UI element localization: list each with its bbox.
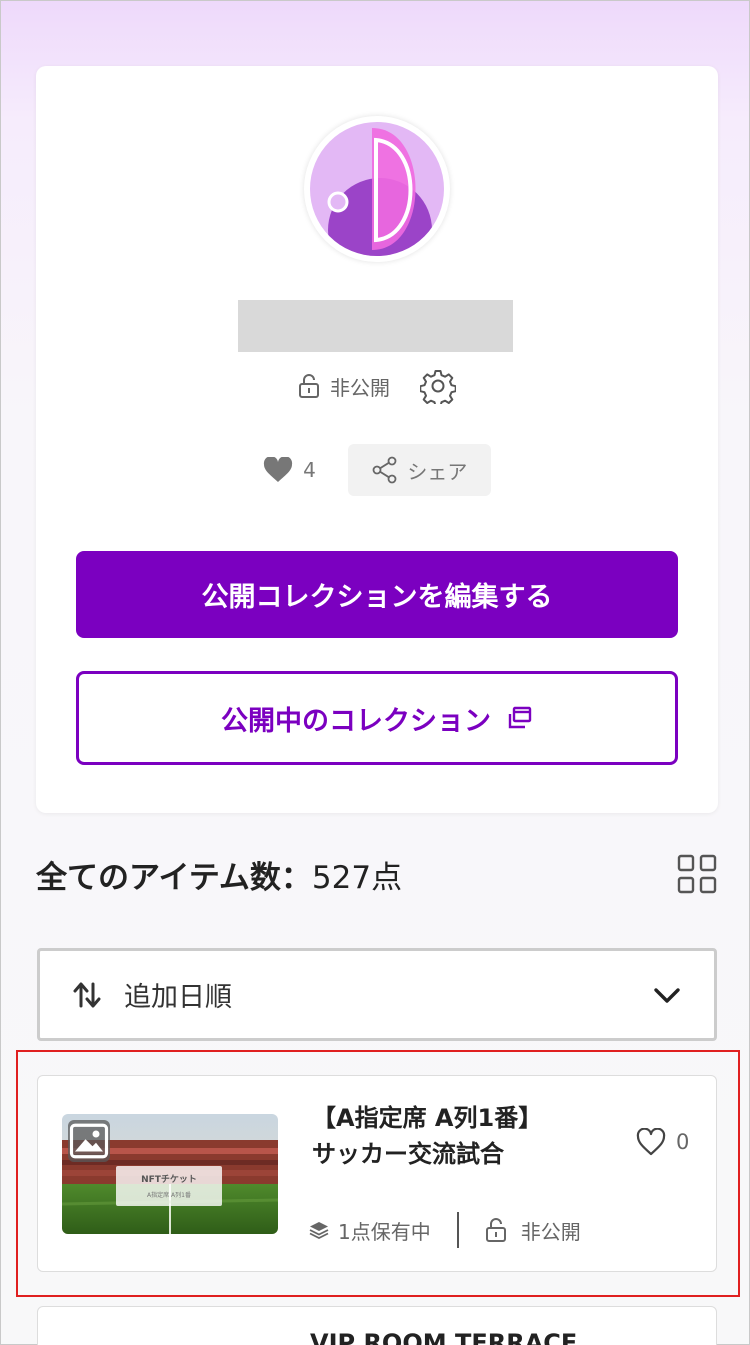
items-count-prefix: 全てのアイテム数：	[36, 859, 312, 896]
share-icon	[371, 456, 399, 484]
items-count-title: 全てのアイテム数：527点	[36, 852, 402, 897]
item-meta: 1点保有中 非公開	[308, 1212, 581, 1248]
ticket-label: NFTチケット A指定席 A列1番	[116, 1166, 222, 1206]
edit-button-label: 公開コレクションを編集する	[201, 582, 553, 613]
grid-view-icon[interactable]	[676, 853, 718, 895]
avatar[interactable]	[304, 116, 450, 262]
meta-divider	[456, 1212, 459, 1248]
items-header: 全てのアイテム数：527点	[36, 846, 718, 902]
username-redacted	[238, 300, 513, 352]
image-icon	[68, 1120, 110, 1162]
lock-icon	[485, 1217, 507, 1243]
item-like-button[interactable]: 0	[636, 1128, 689, 1156]
ticket-subtitle: A指定席 A列1番	[147, 1192, 191, 1199]
items-count-value: 527点	[311, 859, 403, 896]
gear-icon[interactable]	[420, 368, 456, 404]
item-like-count: 0	[676, 1130, 690, 1154]
item-owned-count: 1点保有中	[338, 1219, 431, 1244]
public-collection-button[interactable]: 公開中のコレクション	[76, 671, 678, 765]
chevron-down-icon	[650, 978, 684, 1012]
external-window-icon	[507, 705, 533, 731]
profile-card: 非公開 4 シェア 公開コレクションを編集する 公開中のコレクション	[36, 66, 718, 813]
stats-row: 4 シェア	[36, 444, 718, 496]
item-title: 【A指定席 A列1番】 サッカー交流試合	[312, 1100, 612, 1172]
public-collection-label: 公開中のコレクション	[221, 705, 491, 737]
item-thumbnail: NFTチケット A指定席 A列1番	[62, 1114, 278, 1234]
stack-icon	[308, 1219, 330, 1241]
item-card[interactable]: NFTチケット A指定席 A列1番 【A指定席 A列1番】 サッカー交流試合 0…	[37, 1075, 717, 1272]
heart-icon	[263, 457, 293, 483]
sort-icon	[70, 978, 104, 1012]
ticket-title: NFTチケット	[141, 1175, 197, 1185]
item-privacy: 非公開	[520, 1219, 581, 1244]
sort-select[interactable]: 追加日順	[37, 948, 717, 1041]
like-count[interactable]: 4	[263, 457, 316, 483]
privacy-label: 非公開	[330, 375, 390, 400]
lock-icon	[298, 373, 320, 399]
heart-outline-icon	[636, 1128, 666, 1156]
like-count-value: 4	[303, 458, 316, 482]
share-label: シェア	[407, 459, 468, 484]
share-button[interactable]: シェア	[347, 444, 491, 496]
edit-public-collection-button[interactable]: 公開コレクションを編集する	[76, 551, 678, 638]
sort-selected-value: 追加日順	[124, 982, 232, 1013]
privacy-row: 非公開	[36, 368, 718, 404]
item-title-line2: サッカー交流試合	[312, 1140, 504, 1168]
item-card[interactable]: VIP ROOM TERRACE	[37, 1306, 717, 1345]
item-title: VIP ROOM TERRACE	[310, 1329, 578, 1345]
item-title-line1: 【A指定席 A列1番】	[312, 1104, 543, 1132]
